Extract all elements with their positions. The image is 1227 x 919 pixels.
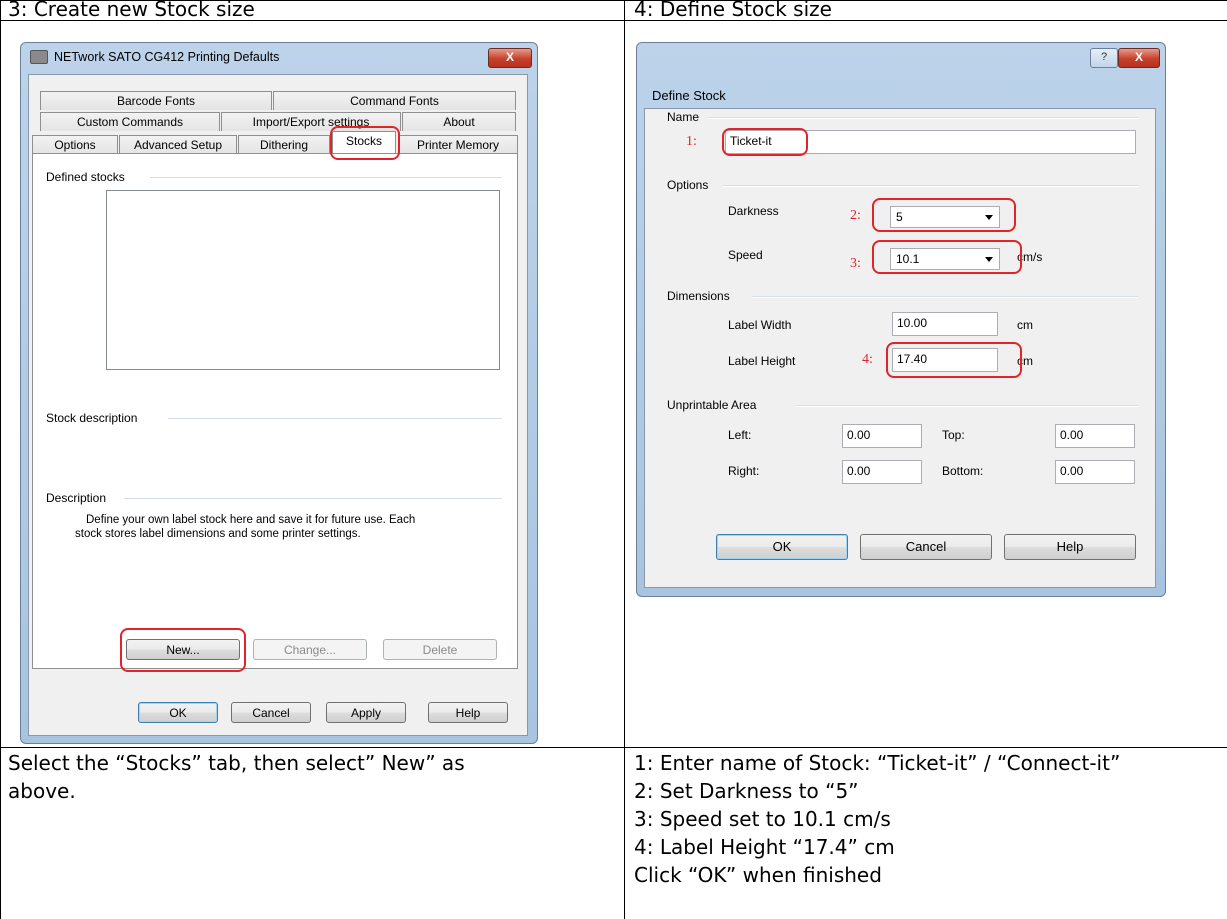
tab-about[interactable]: About xyxy=(402,112,516,131)
right-instruction-line-1: 1: Enter name of Stock: “Ticket-it” / “C… xyxy=(634,751,1121,775)
close-button[interactable]: X xyxy=(488,48,532,68)
left-instruction-line-1: Select the “Stocks” tab, then select” Ne… xyxy=(8,751,465,775)
instruction-document: 3: Create new Stock size 4: Define Stock… xyxy=(0,0,1227,919)
right-margin-input[interactable]: 0.00 xyxy=(842,460,922,484)
label-height-label: Label Height xyxy=(728,354,796,368)
tab-dithering[interactable]: Dithering xyxy=(238,135,330,154)
top-margin-input[interactable]: 0.00 xyxy=(1055,424,1135,448)
speed-label: Speed xyxy=(728,248,763,262)
table-row-divider xyxy=(0,747,1227,748)
description-divider xyxy=(124,498,502,500)
dialog-title: Define Stock xyxy=(652,88,726,103)
marker-1: 1: xyxy=(686,134,697,149)
options-group-label: Options xyxy=(667,178,709,192)
marker-3: 3: xyxy=(850,256,861,271)
tab-custom-commands[interactable]: Custom Commands xyxy=(40,112,220,131)
speed-highlight xyxy=(872,240,1022,274)
defined-stocks-label: Defined stocks xyxy=(46,170,125,184)
tab-command-fonts[interactable]: Command Fonts xyxy=(273,91,516,110)
defined-stocks-divider xyxy=(150,177,502,179)
tab-barcode-fonts[interactable]: Barcode Fonts xyxy=(40,91,272,110)
label-width-label: Label Width xyxy=(728,318,792,332)
right-instruction-line-4: 4: Label Height “17.4” cm xyxy=(634,835,895,859)
left-instruction-line-2: above. xyxy=(8,779,76,803)
stock-description-label: Stock description xyxy=(46,411,138,425)
top-margin-label: Top: xyxy=(942,428,965,442)
darkness-highlight xyxy=(872,198,1016,232)
stock-description-divider xyxy=(168,418,502,420)
change-stock-button[interactable]: Change... xyxy=(253,639,367,660)
name-highlight xyxy=(722,128,808,156)
bottom-margin-label: Bottom: xyxy=(942,464,984,478)
dimensions-group-divider xyxy=(752,296,1138,298)
printer-icon xyxy=(30,50,48,64)
right-instruction-line-5: Click “OK” when finished xyxy=(634,863,882,887)
printing-defaults-dialog: NETwork SATO CG412 Printing Defaults X B… xyxy=(20,42,538,744)
new-button-highlight xyxy=(120,628,246,672)
tab-printer-memory[interactable]: Printer Memory xyxy=(398,135,518,154)
marker-4: 4: xyxy=(862,352,873,367)
left-column-header: 3: Create new Stock size xyxy=(8,0,255,21)
cancel-button[interactable]: Cancel xyxy=(860,534,992,560)
dialog-title: NETwork SATO CG412 Printing Defaults xyxy=(54,50,280,64)
name-group-divider xyxy=(708,117,1138,119)
ok-button[interactable]: OK xyxy=(138,702,218,723)
label-width-unit: cm xyxy=(1017,318,1033,332)
darkness-label: Darkness xyxy=(728,204,779,218)
apply-button[interactable]: Apply xyxy=(326,702,406,723)
tab-options[interactable]: Options xyxy=(32,135,118,154)
right-instruction-line-2: 2: Set Darkness to “5” xyxy=(634,779,859,803)
table-border-left xyxy=(0,0,1,919)
label-height-highlight xyxy=(886,342,1022,378)
description-label: Description xyxy=(46,491,107,505)
tab-advanced-setup[interactable]: Advanced Setup xyxy=(119,135,237,154)
ok-button[interactable]: OK xyxy=(716,534,848,560)
help-question-button[interactable]: ? xyxy=(1090,48,1118,68)
table-border-middle xyxy=(624,0,625,919)
name-group-label: Name xyxy=(667,110,700,124)
right-instruction-line-3: 3: Speed set to 10.1 cm/s xyxy=(634,807,891,831)
left-margin-label: Left: xyxy=(728,428,752,442)
marker-2: 2: xyxy=(850,208,861,223)
delete-stock-button[interactable]: Delete xyxy=(383,639,497,660)
unprintable-group-label: Unprintable Area xyxy=(667,398,757,412)
label-width-input[interactable]: 10.00 xyxy=(892,312,998,336)
help-button[interactable]: Help xyxy=(1004,534,1136,560)
close-button[interactable]: X xyxy=(1118,48,1160,68)
left-margin-input[interactable]: 0.00 xyxy=(842,424,922,448)
bottom-margin-input[interactable]: 0.00 xyxy=(1055,460,1135,484)
cancel-button[interactable]: Cancel xyxy=(231,702,311,723)
help-button[interactable]: Help xyxy=(428,702,508,723)
options-group-divider xyxy=(722,185,1138,187)
right-margin-label: Right: xyxy=(728,464,760,478)
right-column-header: 4: Define Stock size xyxy=(634,0,832,21)
unprintable-group-divider xyxy=(796,405,1138,407)
description-text-line-2: stock stores label dimensions and some p… xyxy=(75,528,361,540)
define-stock-dialog: Define Stock ? X Name 1: Ticket-it Optio… xyxy=(636,42,1166,597)
defined-stocks-list[interactable] xyxy=(106,190,500,370)
dimensions-group-label: Dimensions xyxy=(667,289,730,303)
description-text-line-1: Define your own label stock here and sav… xyxy=(86,514,416,526)
tab-stocks[interactable]: Stocks xyxy=(332,131,396,153)
